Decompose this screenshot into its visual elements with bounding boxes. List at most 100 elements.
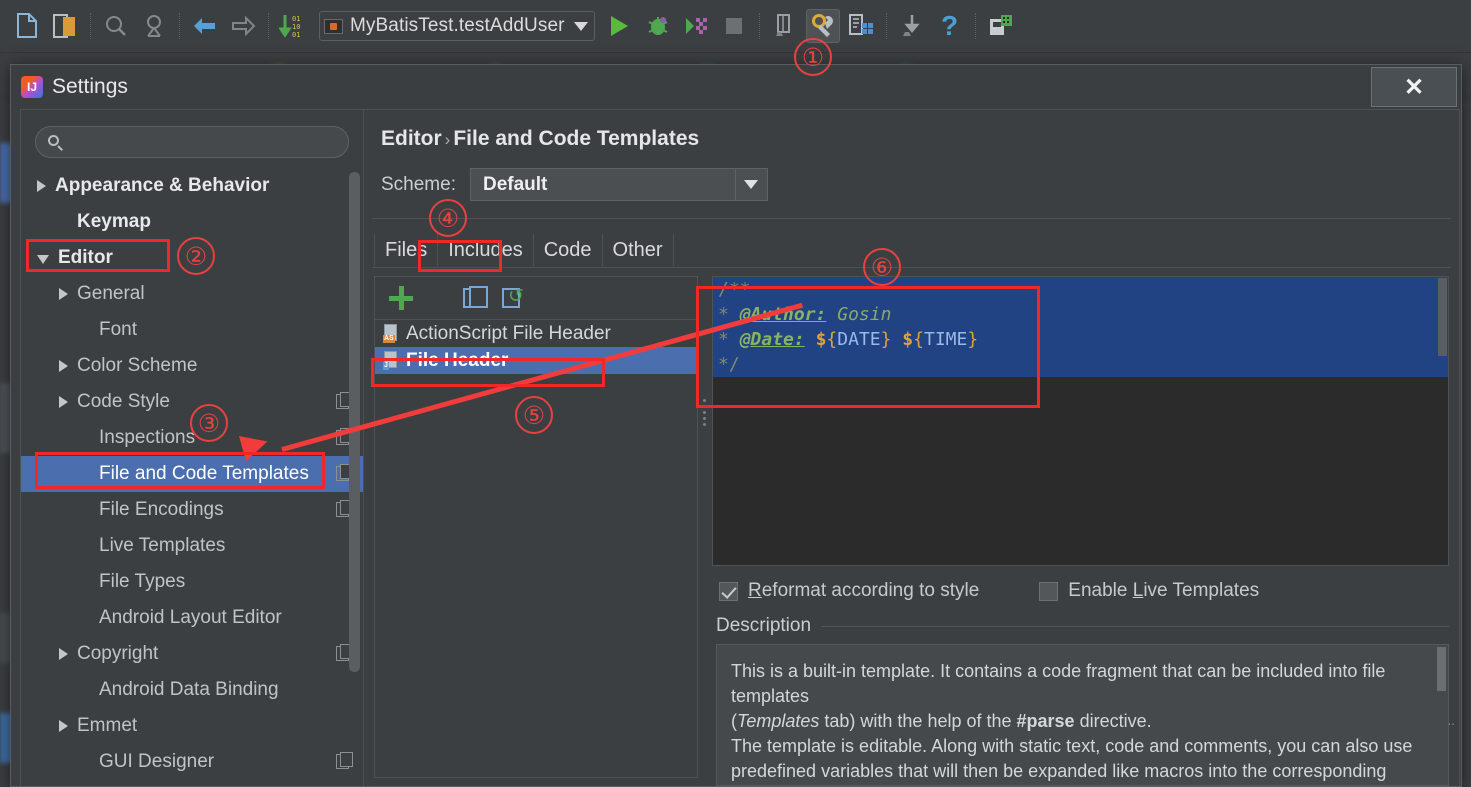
run-configuration-selector[interactable]: MyBatisTest.testAddUser (319, 11, 595, 41)
live-templates-label: Enable Live Templates (1068, 580, 1259, 602)
splitter-handle[interactable] (703, 396, 709, 430)
code-lines[interactable]: /** * @Author: Gosin * @Date: ${DATE} ${TI… (713, 277, 1448, 377)
tree-scrollbar[interactable] (349, 172, 360, 672)
breadcrumb-root[interactable]: Editor (381, 127, 442, 150)
sidebar-item-file-and-code-templates[interactable]: File and Code Templates (21, 456, 363, 492)
ide-toolbar: 01 10 01 MyBatisTest.testAddUser ? (0, 0, 1471, 53)
reformat-checkbox[interactable] (719, 581, 738, 601)
copy-settings-icon[interactable] (336, 644, 353, 661)
tab-includes[interactable]: Includes (438, 234, 534, 266)
code-line[interactable]: * @Author: Gosin (713, 302, 1448, 327)
sidebar-item-file-encodings[interactable]: File Encodings (21, 492, 363, 528)
list-item[interactable]: J File Header (375, 347, 697, 374)
sidebar-item-label: Emmet (77, 715, 138, 736)
sidebar-item-color-scheme[interactable]: Color Scheme (21, 348, 363, 384)
live-templates-checkbox[interactable] (1039, 581, 1059, 601)
debug-button[interactable] (641, 9, 675, 43)
tab-label: Includes (448, 238, 523, 261)
sidebar-item-file-types[interactable]: File Types (21, 564, 363, 600)
search-structurally-icon[interactable] (137, 9, 171, 43)
description-line-1: This is a built-in template. It contains… (731, 661, 1386, 706)
sidebar-item-general[interactable]: General (21, 276, 363, 312)
sidebar-item-label: File Types (99, 571, 186, 592)
chevron-right-icon[interactable] (37, 180, 46, 192)
chevron-right-icon[interactable] (59, 720, 68, 732)
sidebar-item-live-templates[interactable]: Live Templates (21, 528, 363, 564)
settings-tree[interactable]: Appearance & Behavior Keymap Editor General… (21, 168, 363, 786)
chevron-right-icon[interactable] (59, 288, 68, 300)
copy-settings-icon[interactable] (336, 464, 353, 481)
copy-settings-icon[interactable] (336, 752, 353, 769)
chevron-down-icon[interactable] (573, 21, 588, 31)
description-line-2: (Templates tab) with the help of the #pa… (731, 709, 1422, 734)
list-item-label: ActionScript File Header (406, 322, 611, 344)
scheme-select[interactable]: Default (469, 168, 768, 201)
sidebar-item-label: Inspections (99, 427, 196, 448)
copy-settings-icon[interactable] (336, 500, 353, 517)
close-icon: ✕ (1403, 73, 1425, 101)
project-structure-icon[interactable] (768, 9, 802, 43)
back-arrow-icon[interactable] (188, 9, 222, 43)
chevron-right-icon[interactable] (59, 396, 68, 408)
description-box[interactable]: This is a built-in template. It contains… (716, 644, 1449, 786)
sidebar-item-font[interactable]: Font (21, 312, 363, 348)
add-template-button[interactable] (389, 286, 413, 310)
tab-code[interactable]: Code (534, 234, 603, 266)
toolbar-divider (179, 13, 180, 39)
sidebar-item-android-data-binding[interactable]: Android Data Binding (21, 672, 363, 708)
stop-button[interactable] (717, 9, 751, 43)
code-token: } (967, 329, 979, 350)
divider (821, 625, 1449, 627)
settings-tree-pane: Appearance & Behavior Keymap Editor General… (21, 110, 364, 786)
forward-arrow-icon[interactable] (226, 9, 260, 43)
new-file-icon[interactable] (10, 9, 44, 43)
toolbar-divider (90, 13, 91, 39)
sidebar-item-inspections[interactable]: Inspections (21, 420, 363, 456)
code-line[interactable]: * @Date: ${DATE} ${TIME} (713, 327, 1448, 352)
code-line[interactable]: /** (713, 277, 1448, 302)
sidebar-item-copyright[interactable]: Copyright (21, 636, 363, 672)
chevron-down-icon[interactable] (734, 169, 767, 200)
sidebar-item-android-layout-editor[interactable]: Android Layout Editor (21, 600, 363, 636)
tab-other[interactable]: Other (603, 234, 674, 266)
run-with-coverage-button[interactable] (679, 9, 713, 43)
sidebar-item-editor[interactable]: Editor (21, 240, 363, 276)
list-item[interactable]: AS ActionScript File Header (375, 320, 697, 347)
open-file-icon[interactable] (48, 9, 82, 43)
sidebar-item-appearance-behavior[interactable]: Appearance & Behavior (21, 168, 363, 204)
compile-icon[interactable]: 01 10 01 (277, 9, 311, 43)
update-project-icon[interactable] (895, 9, 929, 43)
sidebar-item-emmet[interactable]: Emmet (21, 708, 363, 744)
copy-settings-icon[interactable] (336, 392, 353, 409)
template-list[interactable]: AS ActionScript File Header J File Header (375, 320, 697, 374)
editor-scrollbar[interactable] (1438, 278, 1447, 356)
description-header: Description (716, 615, 1449, 637)
chevron-right-icon[interactable] (59, 360, 68, 372)
code-token: DATE (837, 329, 881, 350)
template-code-editor[interactable]: /** * @Author: Gosin * @Date: ${DATE} ${TI… (712, 276, 1449, 566)
description-line-4: predefined variables that will then be e… (731, 761, 1387, 781)
sidebar-item-gui-designer[interactable]: GUI Designer (21, 744, 363, 780)
settings-button[interactable] (805, 9, 840, 43)
list-item-label: File Header (406, 349, 509, 371)
sidebar-item-keymap[interactable]: Keymap (21, 204, 363, 240)
duplicate-template-button[interactable] (463, 286, 488, 308)
template-category-tabs[interactable]: Files Includes Code Other (374, 234, 674, 266)
reset-to-default-button[interactable] (502, 287, 524, 308)
help-icon[interactable]: ? (933, 9, 967, 43)
copy-settings-icon[interactable] (336, 428, 353, 445)
close-button[interactable]: ✕ (1371, 67, 1457, 107)
search-input[interactable] (35, 126, 349, 158)
chevron-down-icon[interactable] (37, 255, 49, 264)
search-icon[interactable] (99, 9, 133, 43)
database-icon[interactable] (984, 9, 1018, 43)
project-structure-settings-icon[interactable] (844, 9, 878, 43)
run-button[interactable] (603, 9, 637, 43)
sidebar-item-code-style[interactable]: Code Style (21, 384, 363, 420)
search-field[interactable] (71, 131, 348, 153)
chevron-right-icon[interactable] (59, 648, 68, 660)
code-line[interactable]: */ (713, 352, 1448, 377)
tab-files[interactable]: Files (374, 234, 439, 266)
description-scrollbar[interactable] (1437, 647, 1446, 691)
